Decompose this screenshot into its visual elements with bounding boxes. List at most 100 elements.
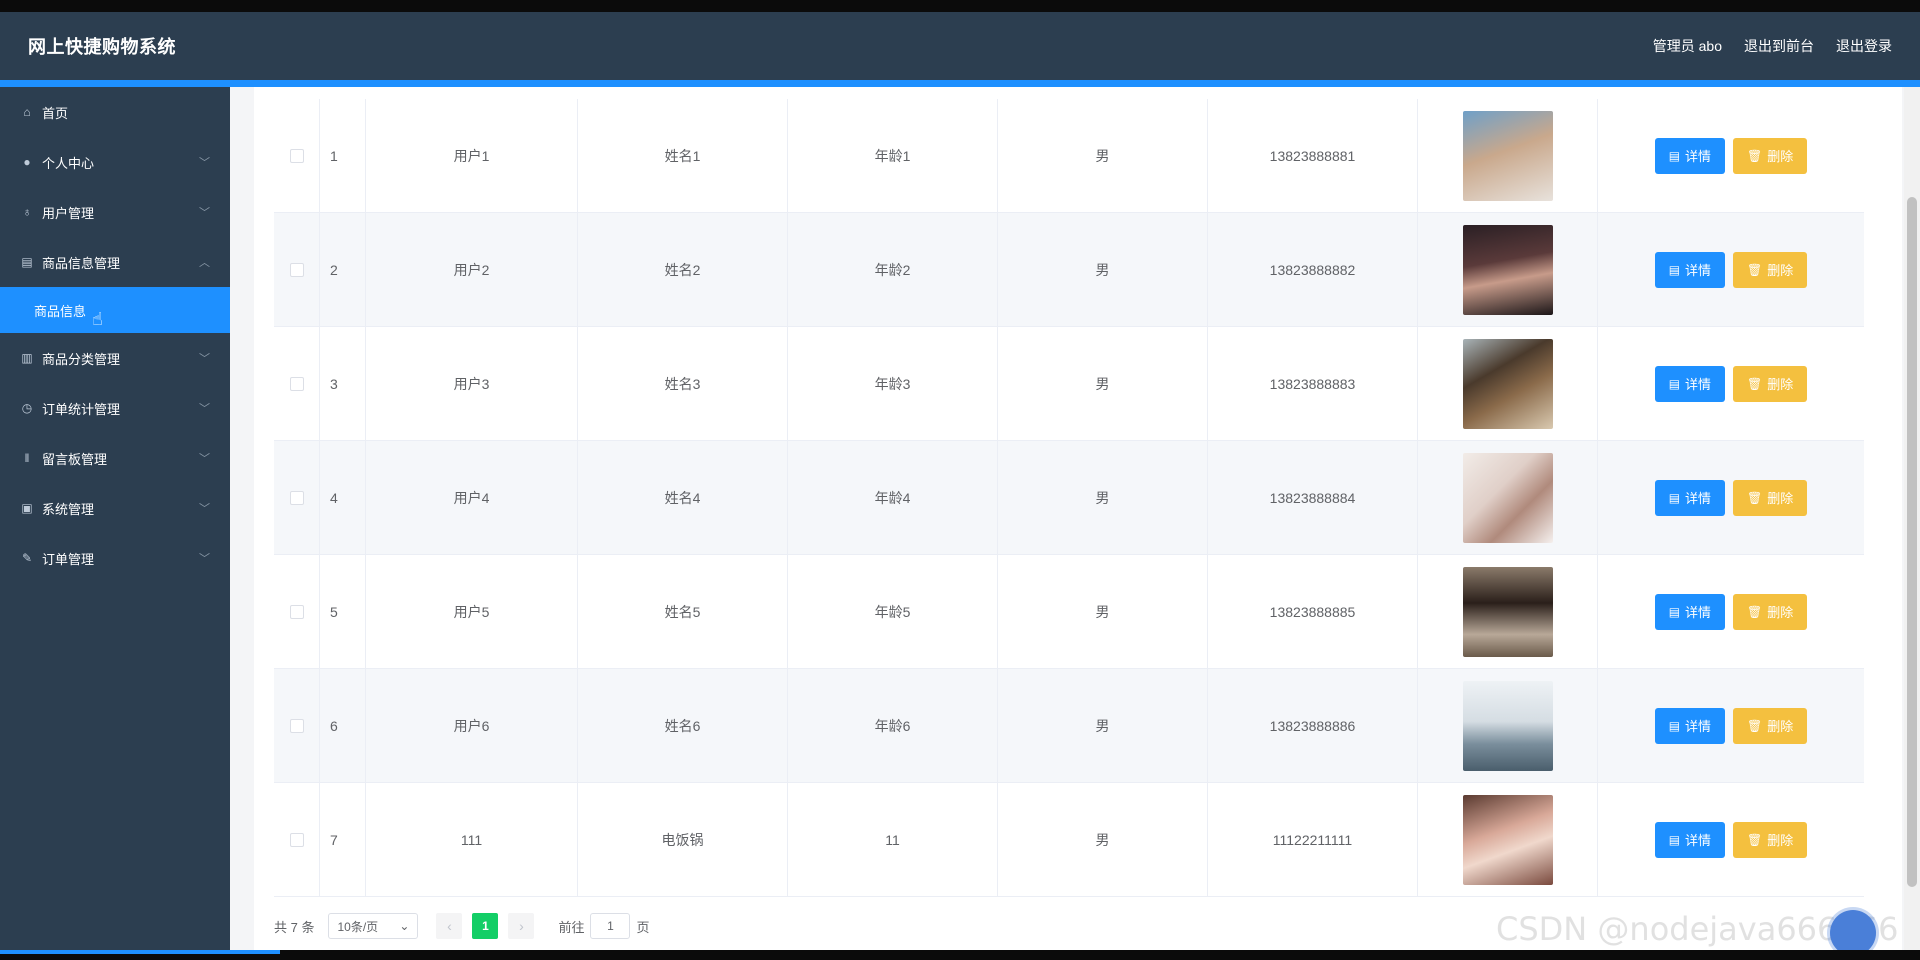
user-photo bbox=[1462, 794, 1553, 885]
pagination: 共 7 条 10条/页 ⌄ ‹ 1 › 前往 页 bbox=[274, 912, 650, 940]
app-title: 网上快捷购物系统 bbox=[28, 37, 176, 57]
sidebar-item-users[interactable]: ♁ 用户管理 ﹀ bbox=[0, 187, 230, 237]
cell-sex: 男 bbox=[998, 669, 1208, 782]
sidebar-item-label: 首页 bbox=[42, 105, 69, 121]
trash-icon: 🗑 bbox=[1747, 148, 1763, 163]
cell-age: 年龄2 bbox=[788, 213, 998, 326]
detail-label: 详情 bbox=[1685, 491, 1712, 506]
detail-button[interactable]: ▤ 详情 bbox=[1654, 479, 1726, 516]
prev-page-button[interactable]: ‹ bbox=[436, 913, 463, 939]
sidebar-item-profile[interactable]: ● 个人中心 ﹀ bbox=[0, 137, 230, 187]
header-actions: 管理员 abo 退出到前台 退出登录 bbox=[1653, 36, 1892, 56]
sidebar-item-category[interactable]: ▥ 商品分类管理 ﹀ bbox=[0, 333, 230, 383]
detail-button[interactable]: ▤ 详情 bbox=[1654, 251, 1726, 288]
photo-cell bbox=[1418, 783, 1598, 896]
ops-cell: ▤ 详情 🗑 删除 bbox=[1598, 555, 1864, 668]
sidebar: ⌂ 首页 ● 个人中心 ﹀ ♁ 用户管理 ﹀ ▤ 商品信息管理 ︿ 商品信息 ☝… bbox=[0, 87, 230, 950]
cell-age: 年龄1 bbox=[788, 99, 998, 212]
user-photo bbox=[1462, 224, 1553, 315]
delete-button[interactable]: 🗑 删除 bbox=[1733, 479, 1808, 516]
trash-icon: 🗑 bbox=[1747, 376, 1763, 391]
trash-icon: 🗑 bbox=[1747, 718, 1763, 733]
document-icon: ▤ bbox=[1668, 604, 1681, 619]
row-checkbox[interactable] bbox=[289, 148, 304, 163]
photo-cell bbox=[1418, 213, 1598, 326]
user-icon: ● bbox=[23, 155, 31, 169]
header-accent-bar bbox=[0, 80, 1920, 87]
sidebar-item-home[interactable]: ⌂ 首页 bbox=[0, 87, 230, 137]
vertical-scrollbar[interactable] bbox=[1904, 87, 1920, 950]
cell-sex: 男 bbox=[998, 213, 1208, 326]
cell-username: 用户5 bbox=[366, 555, 578, 668]
sidebar-subitem-label: 商品信息 bbox=[34, 303, 87, 319]
detail-button[interactable]: ▤ 详情 bbox=[1654, 821, 1726, 858]
row-checkbox[interactable] bbox=[289, 604, 304, 619]
sidebar-subitem-product-info[interactable]: 商品信息 ☝ bbox=[0, 287, 230, 333]
detail-button[interactable]: ▤ 详情 bbox=[1654, 707, 1726, 744]
sidebar-item-label: 商品信息管理 bbox=[42, 255, 121, 271]
row-check-cell bbox=[274, 555, 320, 668]
chevron-down-icon: ﹀ bbox=[199, 453, 210, 465]
sidebar-item-messages[interactable]: ǁ 留言板管理 ﹀ bbox=[0, 433, 230, 483]
clipboard-icon: ▤ bbox=[21, 255, 33, 269]
logout-link[interactable]: 退出登录 bbox=[1836, 36, 1892, 56]
page-unit-label: 页 bbox=[636, 919, 650, 935]
detail-label: 详情 bbox=[1685, 605, 1712, 620]
row-checkbox[interactable] bbox=[289, 718, 304, 733]
sidebar-item-order-stats[interactable]: ◷ 订单统计管理 ﹀ bbox=[0, 383, 230, 433]
sidebar-item-system[interactable]: ▣ 系统管理 ﹀ bbox=[0, 483, 230, 533]
cell-age: 11 bbox=[788, 783, 998, 896]
scrollbar-thumb[interactable] bbox=[1907, 197, 1917, 887]
sidebar-item-orders[interactable]: ✎ 订单管理 ﹀ bbox=[0, 533, 230, 583]
row-checkbox[interactable] bbox=[289, 376, 304, 391]
row-index: 2 bbox=[320, 213, 366, 326]
row-check-cell bbox=[274, 213, 320, 326]
page-size-select[interactable]: 10条/页 ⌄ bbox=[328, 913, 419, 939]
data-table: 1 用户1 姓名1 年龄1 男 13823888881 ▤ 详情 🗑 删除 2 bbox=[274, 99, 1864, 897]
delete-label: 删除 bbox=[1767, 719, 1794, 734]
back-to-front-link[interactable]: 退出到前台 bbox=[1744, 36, 1814, 56]
top-header: 网上快捷购物系统 管理员 abo 退出到前台 退出登录 bbox=[0, 12, 1920, 80]
cell-sex: 男 bbox=[998, 783, 1208, 896]
cell-age: 年龄5 bbox=[788, 555, 998, 668]
row-checkbox[interactable] bbox=[289, 490, 304, 505]
row-checkbox[interactable] bbox=[289, 832, 304, 847]
row-checkbox[interactable] bbox=[289, 262, 304, 277]
page-number-active[interactable]: 1 bbox=[472, 913, 499, 939]
delete-button[interactable]: 🗑 删除 bbox=[1733, 593, 1808, 630]
photo-cell bbox=[1418, 441, 1598, 554]
detail-button[interactable]: ▤ 详情 bbox=[1654, 137, 1726, 174]
delete-button[interactable]: 🗑 删除 bbox=[1733, 821, 1808, 858]
home-icon: ⌂ bbox=[23, 105, 31, 119]
chevron-down-icon: ﹀ bbox=[199, 553, 210, 565]
delete-label: 删除 bbox=[1767, 605, 1794, 620]
delete-button[interactable]: 🗑 删除 bbox=[1733, 137, 1808, 174]
delete-button[interactable]: 🗑 删除 bbox=[1733, 251, 1808, 288]
cell-username: 用户3 bbox=[366, 327, 578, 440]
user-photo bbox=[1462, 452, 1553, 543]
floating-action-button[interactable] bbox=[1830, 910, 1876, 950]
table-card: 1 用户1 姓名1 年龄1 男 13823888881 ▤ 详情 🗑 删除 2 bbox=[254, 87, 1902, 950]
ops-cell: ▤ 详情 🗑 删除 bbox=[1598, 783, 1864, 896]
document-icon: ▤ bbox=[1668, 718, 1681, 733]
detail-button[interactable]: ▤ 详情 bbox=[1654, 593, 1726, 630]
chevron-right-icon: › bbox=[519, 918, 524, 934]
row-index: 7 bbox=[320, 783, 366, 896]
cell-phone: 13823888884 bbox=[1208, 441, 1418, 554]
next-page-button[interactable]: › bbox=[508, 913, 535, 939]
goto-page-input[interactable] bbox=[590, 913, 631, 939]
detail-button[interactable]: ▤ 详情 bbox=[1654, 365, 1726, 402]
cell-name: 姓名2 bbox=[578, 213, 788, 326]
photo-cell bbox=[1418, 555, 1598, 668]
delete-button[interactable]: 🗑 删除 bbox=[1733, 707, 1808, 744]
delete-button[interactable]: 🗑 删除 bbox=[1733, 365, 1808, 402]
cell-phone: 13823888883 bbox=[1208, 327, 1418, 440]
chevron-down-icon: ⌄ bbox=[399, 919, 410, 933]
cell-name: 姓名4 bbox=[578, 441, 788, 554]
chevron-left-icon: ‹ bbox=[447, 918, 452, 934]
cell-name: 姓名6 bbox=[578, 669, 788, 782]
row-index: 6 bbox=[320, 669, 366, 782]
sidebar-item-product-info[interactable]: ▤ 商品信息管理 ︿ bbox=[0, 237, 230, 287]
cell-name: 电饭锅 bbox=[578, 783, 788, 896]
cell-username: 用户6 bbox=[366, 669, 578, 782]
